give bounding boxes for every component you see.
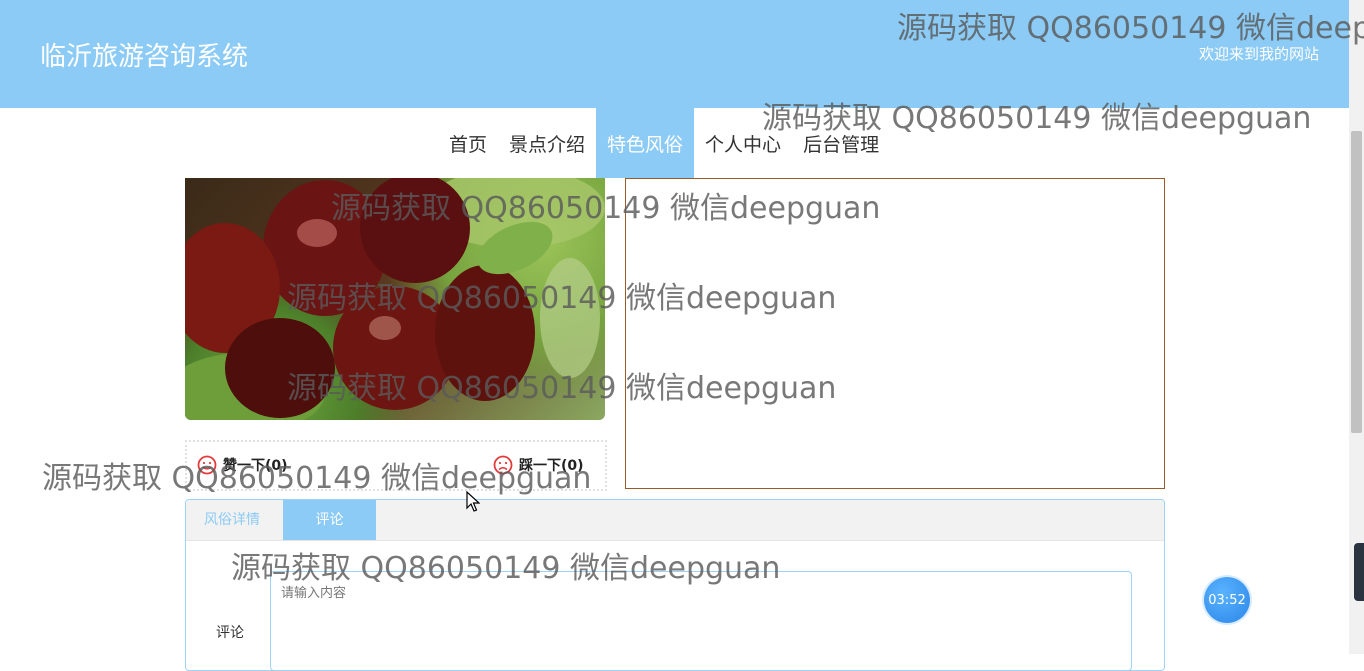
like-button[interactable]: 赞一下(0) (197, 455, 288, 475)
comment-input[interactable] (270, 571, 1132, 671)
mouse-cursor-icon (466, 491, 480, 512)
dislike-button[interactable]: 踩一下(0) (493, 455, 584, 475)
main-nav: 首页 景点介绍 特色风俗 个人中心 后台管理 (438, 108, 890, 178)
side-widget[interactable] (1354, 543, 1364, 601)
custom-info-box (625, 178, 1165, 489)
nav-item-customs[interactable]: 特色风俗 (596, 108, 695, 178)
nav-item-admin[interactable]: 后台管理 (792, 108, 890, 178)
nav-item-attractions[interactable]: 景点介绍 (498, 108, 596, 178)
site-title: 临沂旅游咨询系统 (40, 42, 249, 72)
nav-item-home[interactable]: 首页 (438, 108, 498, 178)
tab-custom-details[interactable]: 风俗详情 (186, 500, 278, 540)
scrollbar-thumb[interactable] (1351, 131, 1362, 433)
smile-icon (197, 455, 217, 475)
custom-photo (185, 178, 605, 420)
comment-label: 评论 (216, 625, 244, 641)
dislike-label: 踩一下(0) (519, 458, 584, 474)
timer-badge[interactable]: 03:52 (1204, 577, 1250, 623)
nav-item-personal-center[interactable]: 个人中心 (694, 108, 792, 178)
vote-bar: 赞一下(0) 踩一下(0) (185, 440, 607, 491)
detail-tabs-panel: 风俗详情 评论 评论 (185, 499, 1165, 671)
welcome-text: 欢迎来到我的网站 (1198, 45, 1319, 63)
tab-bar: 风俗详情 评论 (186, 500, 1164, 541)
site-header: 临沂旅游咨询系统 欢迎来到我的网站 (0, 0, 1349, 108)
tab-comments[interactable]: 评论 (283, 500, 376, 540)
like-label: 赞一下(0) (223, 458, 288, 474)
frown-icon (493, 455, 513, 475)
